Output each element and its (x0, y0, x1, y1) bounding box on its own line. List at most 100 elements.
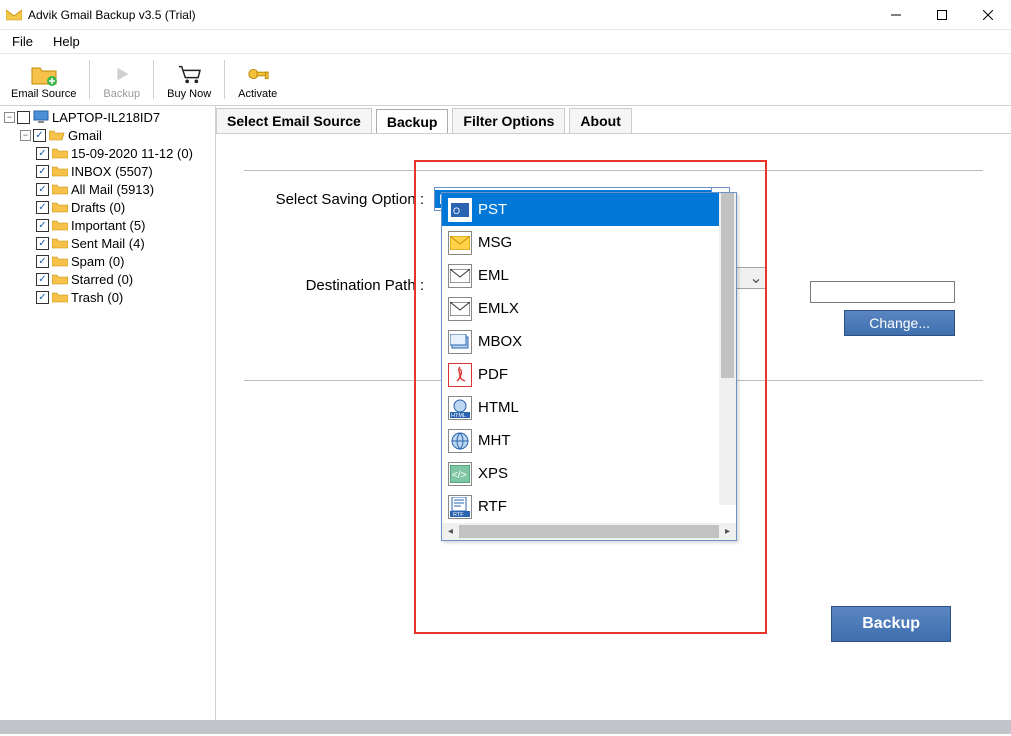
scroll-right-icon[interactable]: ▸ (721, 525, 734, 538)
dropdown-item-label: MBOX (478, 333, 522, 350)
folder-icon (52, 290, 68, 304)
dropdown-item-label: PST (478, 201, 507, 218)
content-pane: Select Email Source Backup Filter Option… (216, 106, 1011, 720)
tree-folder[interactable]: ✓Starred (0) (2, 270, 213, 288)
tab-about[interactable]: About (569, 108, 631, 133)
folder-icon (52, 164, 68, 178)
window-title: Advik Gmail Backup v3.5 (Trial) (28, 8, 873, 22)
dropdown-item-pdf[interactable]: PDF (442, 358, 736, 391)
toolbar-separator (224, 60, 225, 99)
tree-root[interactable]: − LAPTOP-IL218ID7 (2, 108, 213, 126)
svg-text:RTF: RTF (453, 512, 464, 517)
secondary-combo[interactable]: ⌄ (734, 267, 767, 289)
menu-help[interactable]: Help (49, 32, 84, 51)
tab-backup[interactable]: Backup (376, 109, 449, 134)
tree-folder[interactable]: ✓ Important (5) (2, 216, 213, 234)
dropdown-item-label: EMLX (478, 300, 519, 317)
checkbox[interactable]: ✓ (36, 273, 49, 286)
divider (244, 170, 983, 171)
checkbox[interactable]: ✓ (36, 147, 49, 160)
main-area: − LAPTOP-IL218ID7 − ✓ Gmail ✓15-09-2020 … (0, 106, 1011, 720)
dropdown-item-label: EML (478, 267, 509, 284)
checkbox[interactable]: ✓ (36, 237, 49, 250)
checkbox[interactable]: ✓ (36, 201, 49, 214)
minimize-button[interactable] (873, 0, 919, 30)
tab-select-email-source[interactable]: Select Email Source (216, 108, 372, 133)
mbox-icon (448, 330, 472, 354)
scroll-left-icon[interactable]: ◂ (444, 525, 457, 538)
tree-folder[interactable]: ✓15-09-2020 11-12 (0) (2, 144, 213, 162)
play-icon (108, 60, 136, 88)
dropdown-item-eml[interactable]: EML (442, 259, 736, 292)
checkbox[interactable]: ✓ (33, 129, 46, 142)
toolbar-label: Activate (238, 88, 277, 100)
toolbar-backup[interactable]: Backup (96, 56, 147, 103)
titlebar: Advik Gmail Backup v3.5 (Trial) (0, 0, 1011, 30)
tree-label: Trash (0) (71, 290, 123, 305)
toolbar-activate[interactable]: Activate (231, 56, 284, 103)
tree-folder[interactable]: ✓INBOX (5507) (2, 162, 213, 180)
tree-folder[interactable]: ✓Spam (0) (2, 252, 213, 270)
backup-button[interactable]: Backup (831, 606, 951, 642)
dropdown-hscrollbar[interactable]: ◂ ▸ (442, 523, 736, 540)
emlx-icon (448, 297, 472, 321)
scrollbar-thumb[interactable] (459, 525, 719, 538)
scrollbar-thumb[interactable] (721, 193, 734, 378)
checkbox[interactable]: ✓ (36, 291, 49, 304)
menubar: File Help (0, 30, 1011, 54)
dropdown-item-label: MHT (478, 432, 511, 449)
key-icon (244, 60, 272, 88)
expander-icon[interactable]: − (4, 112, 15, 123)
dropdown-list: OPST MSG EML EMLX MBOX PDF HTMLHTML MHT … (442, 193, 736, 523)
tree-folder[interactable]: ✓ Drafts (0) (2, 198, 213, 216)
computer-icon (33, 110, 49, 124)
tree-label: Sent Mail (4) (71, 236, 145, 251)
app-icon (6, 7, 22, 23)
destination-path-input[interactable] (810, 281, 955, 303)
eml-icon (448, 264, 472, 288)
maximize-button[interactable] (919, 0, 965, 30)
dropdown-item-html[interactable]: HTMLHTML (442, 391, 736, 424)
saving-option-label: Select Saving Option : (244, 191, 434, 208)
cart-icon (175, 60, 203, 88)
dropdown-item-xps[interactable]: </>XPS (442, 457, 736, 490)
dropdown-item-label: XPS (478, 465, 508, 482)
rtf-icon: RTF (448, 495, 472, 519)
expander-icon[interactable]: − (20, 130, 31, 141)
dropdown-item-emlx[interactable]: EMLX (442, 292, 736, 325)
tree-label: LAPTOP-IL218ID7 (52, 110, 160, 125)
statusbar (0, 720, 1011, 734)
toolbar-buy-now[interactable]: Buy Now (160, 56, 218, 103)
dropdown-item-rtf[interactable]: RTFRTF (442, 490, 736, 523)
checkbox[interactable]: ✓ (36, 219, 49, 232)
folder-icon (52, 236, 68, 250)
menu-file[interactable]: File (8, 32, 37, 51)
tree-folder[interactable]: ✓All Mail (5913) (2, 180, 213, 198)
dropdown-item-pst[interactable]: OPST (442, 193, 736, 226)
tree-label: Drafts (0) (71, 200, 125, 215)
toolbar-email-source[interactable]: Email Source (4, 56, 83, 103)
checkbox[interactable]: ✓ (36, 183, 49, 196)
tree-gmail[interactable]: − ✓ Gmail (2, 126, 213, 144)
dropdown-item-mht[interactable]: MHT (442, 424, 736, 457)
tree-folder[interactable]: ✓ Trash (0) (2, 288, 213, 306)
tree-folder[interactable]: ✓ Sent Mail (4) (2, 234, 213, 252)
checkbox[interactable] (17, 111, 30, 124)
close-button[interactable] (965, 0, 1011, 30)
dropdown-item-msg[interactable]: MSG (442, 226, 736, 259)
dropdown-item-mbox[interactable]: MBOX (442, 325, 736, 358)
checkbox[interactable]: ✓ (36, 255, 49, 268)
checkbox[interactable]: ✓ (36, 165, 49, 178)
chevron-down-icon: ⌄ (748, 269, 764, 287)
html-icon: HTML (448, 396, 472, 420)
dropdown-vscrollbar[interactable] (719, 193, 736, 505)
tab-filter-options[interactable]: Filter Options (452, 108, 565, 133)
window-controls (873, 0, 1011, 30)
dropdown-item-label: PDF (478, 366, 508, 383)
folder-icon (52, 146, 68, 160)
dropdown-item-label: MSG (478, 234, 512, 251)
tabstrip: Select Email Source Backup Filter Option… (216, 106, 1011, 133)
change-button[interactable]: Change... (844, 310, 955, 336)
folder-icon (52, 272, 68, 286)
tree-label: Important (5) (71, 218, 145, 233)
